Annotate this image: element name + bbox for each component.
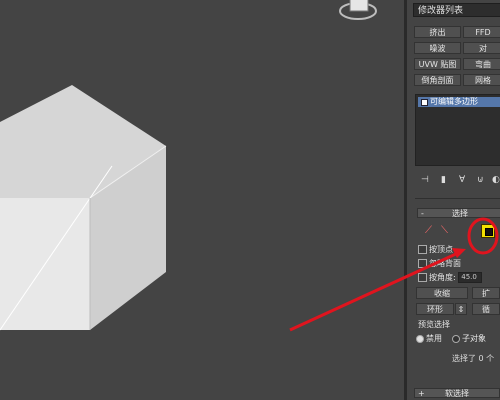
ffd-button[interactable]: FFD — [463, 26, 500, 38]
angle-spinner[interactable]: 45.0 — [458, 272, 483, 283]
configure-sets-icon[interactable]: ◐ — [492, 174, 500, 186]
mesh-button[interactable]: 网格 — [463, 74, 500, 86]
stack-item-editable-poly[interactable]: 可编辑多边形 — [418, 97, 500, 107]
polygon-mode-icon — [485, 228, 493, 236]
grow-button[interactable]: 扩 — [472, 287, 500, 299]
shrink-button[interactable]: 收缩 — [416, 287, 468, 299]
preview-subobject-label: 子对象 — [462, 334, 486, 343]
border-mode-icon[interactable]: ⟍ — [441, 222, 448, 240]
collapse-icon: - — [421, 209, 424, 218]
edge-mode-icon[interactable]: ⟋ — [425, 222, 432, 240]
ignore-backfacing-checkbox[interactable] — [418, 259, 427, 268]
by-vertex-row[interactable]: 按顶点 — [418, 244, 453, 256]
selection-rollout-header[interactable]: - 选择 — [417, 208, 500, 218]
by-vertex-label: 按顶点 — [429, 245, 453, 254]
panel-divider — [415, 198, 500, 199]
soft-selection-title: 软选择 — [445, 389, 469, 398]
ignore-backfacing-row[interactable]: 忽略背面 — [418, 258, 461, 270]
uvw-map-button[interactable]: UVW 贴图 — [414, 58, 461, 70]
remove-modifier-icon[interactable]: ⊍ — [477, 174, 484, 186]
ring-spinner[interactable]: ⇕ — [455, 303, 467, 315]
selection-status: 选择了 0 个 — [452, 354, 495, 363]
preview-selection-label: 预览选择 — [418, 320, 450, 329]
pin-stack-icon[interactable]: ⊣ — [421, 174, 429, 186]
viewcube-icon[interactable] — [339, 0, 377, 20]
by-angle-row[interactable]: 按角度: 45.0 — [418, 272, 483, 284]
preview-subobject-option[interactable]: 子对象 — [452, 333, 486, 344]
polygon-mode-button[interactable] — [481, 224, 495, 238]
make-unique-icon[interactable]: ∀ — [459, 174, 465, 186]
editable-poly-icon — [421, 99, 428, 106]
selection-rollout-title: 选择 — [452, 209, 468, 218]
viewport[interactable] — [0, 0, 404, 400]
preview-disabled-label: 禁用 — [426, 334, 442, 343]
preview-disabled-radio[interactable] — [416, 334, 424, 343]
stack-item-label: 可编辑多边形 — [430, 97, 478, 106]
viewport-scene — [0, 0, 377, 331]
preview-subobject-radio[interactable] — [452, 334, 460, 343]
modifier-list-dropdown[interactable]: 修改器列表 — [413, 3, 500, 17]
bevel-profile-button[interactable]: 倒角剖面 — [414, 74, 461, 86]
by-angle-checkbox[interactable] — [418, 273, 427, 282]
by-angle-label: 按角度: — [429, 273, 456, 282]
show-end-result-icon[interactable]: ▮ — [441, 174, 446, 186]
soft-selection-rollout-header[interactable]: + 软选择 — [414, 388, 500, 398]
expand-icon: + — [418, 389, 425, 398]
by-vertex-checkbox[interactable] — [418, 245, 427, 254]
ignore-backfacing-label: 忽略背面 — [429, 259, 461, 268]
symmetry-button[interactable]: 对 — [463, 42, 500, 54]
loop-button[interactable]: 循 — [472, 303, 500, 315]
ring-button[interactable]: 环形 — [416, 303, 454, 315]
preview-disabled-option[interactable]: 禁用 — [416, 333, 442, 344]
bend-button[interactable]: 弯曲 — [463, 58, 500, 70]
modifier-stack: 可编辑多边形 — [415, 94, 500, 166]
ring-spinner-icon: ⇕ — [457, 305, 465, 314]
extrude-button[interactable]: 挤出 — [414, 26, 461, 38]
noise-button[interactable]: 噪波 — [414, 42, 461, 54]
